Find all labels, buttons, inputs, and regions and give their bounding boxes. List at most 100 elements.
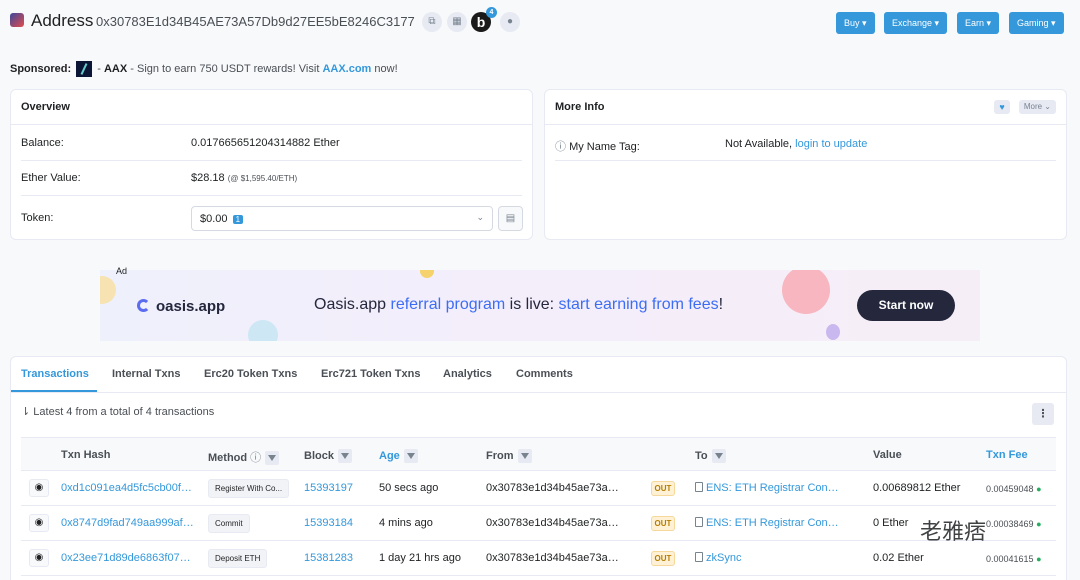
value-cell: 0 Ether <box>873 517 909 529</box>
age-cell: 1 day 21 hrs ago <box>379 552 461 564</box>
filter-icon[interactable] <box>337 449 352 463</box>
ether-value: $28.18 (@ $1,595.40/ETH) <box>191 172 298 184</box>
address-hash: 0x30783E1d34B45AE73A57Db9d27EE5bE8246C31… <box>96 14 415 29</box>
table-row: ◉ 0x23ee71d89de6863f07… Deposit ETH 1538… <box>21 541 1056 576</box>
transactions-card: Transactions Internal Txns Erc20 Token T… <box>10 356 1067 580</box>
balance-label: Balance: <box>21 137 64 149</box>
gas-icon: ● <box>1036 519 1042 529</box>
txn-hash-link[interactable]: 0x8747d9fad749aa999af… <box>61 517 194 529</box>
col-value: Value <box>873 449 902 461</box>
fee-cell: 0.00041615 ● <box>986 554 1042 564</box>
earn-button[interactable]: Earn ▾ <box>957 12 1000 34</box>
ad-start-now-button[interactable]: Start now <box>857 290 955 321</box>
copy-icon[interactable]: ⧉ <box>422 12 442 32</box>
contract-icon <box>695 482 703 492</box>
tab-analytics[interactable]: Analytics <box>443 368 492 380</box>
login-link[interactable]: login to update <box>795 138 867 150</box>
col-to: To <box>695 449 726 463</box>
balance-value: 0.017665651204314882 Ether <box>191 137 340 149</box>
col-from: From <box>486 449 532 463</box>
heart-icon[interactable]: ♥ <box>994 100 1010 114</box>
block-link[interactable]: 15381283 <box>304 552 353 564</box>
to-link[interactable]: zkSync <box>695 552 741 564</box>
filter-icon[interactable] <box>265 451 280 466</box>
block-link[interactable]: 15393184 <box>304 517 353 529</box>
more-dropdown-button[interactable]: More ⌄ <box>1018 100 1056 114</box>
exchange-button[interactable]: Exchange ▾ <box>884 12 948 34</box>
ad-banner[interactable]: oasis.app Oasis.app referral program is … <box>100 270 980 341</box>
value-cell: 0.02 Ether <box>873 552 924 564</box>
age-cell: 50 secs ago <box>379 482 439 494</box>
sponsored-label: Sponsored: <box>10 62 72 75</box>
ad-tag: Ad <box>116 266 128 276</box>
sponsored-brand: AAX <box>103 62 128 75</box>
to-link[interactable]: ENS: ETH Registrar Con… <box>695 517 839 529</box>
oasis-logo-icon <box>137 299 150 312</box>
sponsored-tail: now! <box>371 62 398 75</box>
col-txn-hash: Txn Hash <box>61 449 111 461</box>
tab-erc20-token-txns[interactable]: Erc20 Token Txns <box>204 368 297 380</box>
eye-icon[interactable]: ◉ <box>29 514 49 532</box>
fee-cell: 0.00038469 ● <box>986 519 1042 529</box>
table-row: ◉ 0x8747d9fad749aa999af… Commit 15393184… <box>21 506 1056 541</box>
filter-icon[interactable] <box>517 449 532 463</box>
sponsored-text: - Sign to earn 750 USDT rewards! Visit <box>127 62 323 75</box>
direction-badge: OUT <box>651 551 675 566</box>
token-dropdown[interactable]: $0.00 1 ⌄ <box>191 206 493 231</box>
from-cell: 0x30783e1d34b45ae73a… <box>486 517 619 529</box>
tab-transactions[interactable]: Transactions <box>21 368 89 380</box>
fee-cell: 0.00459048 ● <box>986 484 1042 494</box>
sponsored-line: Sponsored: - AAX - Sign to earn 750 USDT… <box>10 61 398 77</box>
gas-icon: ● <box>1036 554 1042 564</box>
from-cell: 0x30783e1d34b45ae73a… <box>486 482 619 494</box>
qr-code-icon[interactable]: ▦ <box>447 12 467 32</box>
chat-icon[interactable]: ● <box>500 12 520 32</box>
age-cell: 4 mins ago <box>379 517 433 529</box>
eye-icon[interactable]: ◉ <box>29 479 49 497</box>
chevron-down-icon: ⌄ <box>476 212 484 222</box>
col-age: Age <box>379 449 418 463</box>
notification-badge: 4 <box>486 7 497 18</box>
method-badge: Register With Co... <box>208 479 290 498</box>
overview-title: Overview <box>11 90 532 125</box>
txn-summary: ⇂ Latest 4 from a total of 4 transaction… <box>21 406 215 418</box>
ad-brand: oasis.app <box>156 298 226 315</box>
col-block: Block <box>304 449 352 463</box>
tab-internal-txns[interactable]: Internal Txns <box>112 368 180 380</box>
tab-erc721-token-txns[interactable]: Erc721 Token Txns <box>321 368 420 380</box>
filter-icon[interactable] <box>403 449 418 463</box>
to-link[interactable]: ENS: ETH Registrar Con… <box>695 482 839 494</box>
contract-icon <box>695 552 703 562</box>
active-tab-underline <box>11 390 97 392</box>
name-tag-label: ⓘ My Name Tag: <box>555 141 640 153</box>
col-method: Method ⓘ <box>208 449 280 466</box>
filter-icon[interactable] <box>711 449 726 463</box>
gas-icon: ● <box>1036 484 1042 494</box>
watermark: 老雅痞 <box>920 519 987 544</box>
info-icon: ⓘ <box>250 452 262 464</box>
txn-hash-link[interactable]: 0x23ee71d89de6863f07… <box>61 552 191 564</box>
tab-bar: Transactions Internal Txns Erc20 Token T… <box>11 357 1066 393</box>
more-info-card: More Info ♥ More ⌄ ⓘ My Name Tag: Not Av… <box>544 89 1067 240</box>
ether-value-label: Ether Value: <box>21 172 81 184</box>
table-row: ◉ 0xd1c091ea4d5fc5cb00f… Register With C… <box>21 471 1056 506</box>
options-icon[interactable]: ⋮ <box>1032 403 1054 425</box>
etherscan-logo[interactable] <box>10 13 24 27</box>
name-tag-value: Not Available, login to update <box>725 138 868 150</box>
col-txn-fee[interactable]: Txn Fee <box>986 449 1028 461</box>
gaming-button[interactable]: Gaming ▾ <box>1009 12 1064 34</box>
sponsored-link[interactable]: AAX.com <box>322 63 371 75</box>
wallet-icon[interactable]: ▤ <box>498 206 523 231</box>
block-link[interactable]: 15393197 <box>304 482 353 494</box>
aax-logo-icon <box>76 61 93 77</box>
sort-icon: ⇂ <box>21 406 31 418</box>
eye-icon[interactable]: ◉ <box>29 549 49 567</box>
buy-button[interactable]: Buy ▾ <box>836 12 875 34</box>
method-badge: Deposit ETH <box>208 549 268 568</box>
txn-hash-link[interactable]: 0xd1c091ea4d5fc5cb00f… <box>61 482 192 494</box>
page-header: Address 0x30783E1d34B45AE73A57Db9d27EE5b… <box>0 0 1080 46</box>
contract-icon <box>695 517 703 527</box>
tab-comments[interactable]: Comments <box>516 368 573 380</box>
token-label: Token: <box>21 212 54 224</box>
blockscan-icon[interactable]: b4 <box>471 7 497 32</box>
